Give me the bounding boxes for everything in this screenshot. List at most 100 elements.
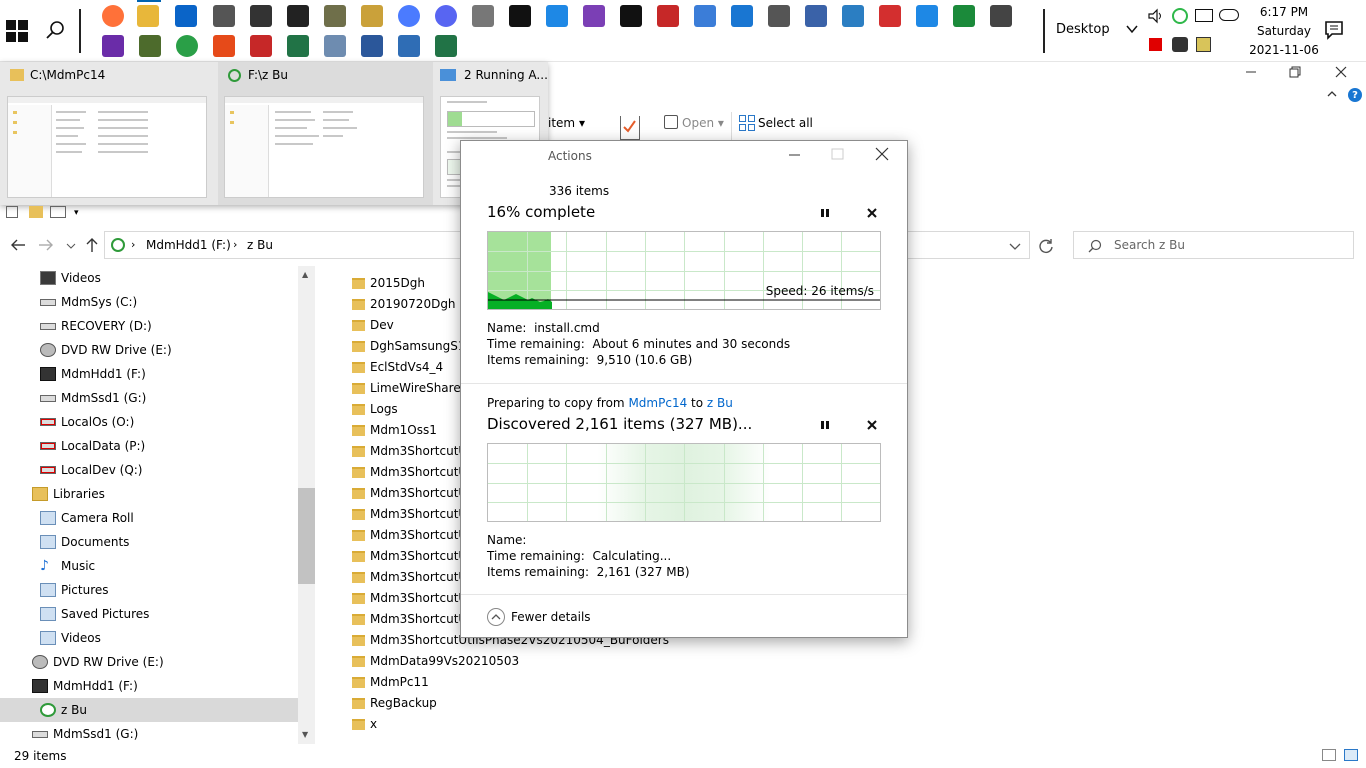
ribbon-item-label[interactable]: item ▾ bbox=[548, 116, 585, 130]
excel-tool-icon[interactable] bbox=[287, 35, 309, 57]
file-list-item[interactable]: Mdm3ShortcutUt bbox=[352, 440, 472, 461]
file-list-item[interactable]: x bbox=[352, 713, 377, 734]
clock[interactable]: 6:17 PM Saturday 2021-11-06 bbox=[1236, 3, 1332, 60]
file-list-item[interactable]: Mdm3ShortcutUt bbox=[352, 608, 472, 629]
sidebar-item[interactable]: Pictures bbox=[0, 578, 298, 602]
vscode-icon[interactable] bbox=[546, 5, 568, 27]
chevron-down-icon[interactable] bbox=[1125, 22, 1139, 36]
collapse-ribbon-button[interactable] bbox=[1326, 88, 1338, 100]
file-explorer-icon[interactable] bbox=[137, 5, 159, 27]
forward-button[interactable] bbox=[38, 238, 54, 252]
quick-access-properties-icon[interactable] bbox=[6, 206, 18, 218]
app-scan-icon[interactable] bbox=[324, 35, 346, 57]
gimp-icon[interactable] bbox=[324, 5, 346, 27]
sidebar-item[interactable]: LocalDev (Q:) bbox=[0, 458, 298, 482]
sidebar-item[interactable]: Saved Pictures bbox=[0, 602, 298, 626]
file-list-item[interactable]: Logs bbox=[352, 398, 398, 419]
help-icon[interactable]: ? bbox=[1348, 88, 1362, 102]
pause-button[interactable] bbox=[817, 205, 833, 221]
taskbar-search-button[interactable] bbox=[44, 18, 68, 42]
acrobat-icon[interactable] bbox=[250, 35, 272, 57]
cmd2-icon[interactable] bbox=[620, 5, 642, 27]
back-button[interactable] bbox=[10, 238, 26, 252]
fewer-details-button[interactable]: Fewer details bbox=[511, 610, 591, 624]
excel-icon[interactable] bbox=[435, 35, 457, 57]
minimize-button[interactable] bbox=[1236, 62, 1266, 82]
red-stop-icon[interactable] bbox=[1149, 38, 1162, 51]
sidebar-item[interactable]: Videos bbox=[0, 626, 298, 650]
app-map-icon[interactable] bbox=[657, 5, 679, 27]
settings-icon[interactable] bbox=[768, 5, 790, 27]
sidebar-item[interactable]: MdmHdd1 (F:) bbox=[0, 362, 298, 386]
action-center-button[interactable] bbox=[1324, 20, 1344, 40]
restore-button[interactable] bbox=[1280, 62, 1310, 82]
cancel-button[interactable] bbox=[864, 417, 880, 433]
details-view-icon[interactable] bbox=[1322, 749, 1336, 761]
sidebar-item[interactable]: Libraries bbox=[0, 482, 298, 506]
sidebar-item[interactable]: MdmSsd1 (G:) bbox=[0, 386, 298, 410]
app-camera-icon[interactable] bbox=[250, 5, 272, 27]
chevron-up-icon[interactable] bbox=[487, 608, 505, 626]
file-list-item[interactable]: Mdm3ShortcutUt bbox=[352, 566, 472, 587]
visual-studio-icon[interactable] bbox=[583, 5, 605, 27]
sidebar-item[interactable]: MdmHdd1 (F:) bbox=[0, 674, 298, 698]
sidebar-item[interactable]: Camera Roll bbox=[0, 506, 298, 530]
properties-icon[interactable] bbox=[620, 116, 640, 140]
sidebar-item[interactable]: LocalData (P:) bbox=[0, 434, 298, 458]
pause-button[interactable] bbox=[817, 417, 833, 433]
file-list-item[interactable]: Mdm3ShortcutUt bbox=[352, 482, 472, 503]
app-blocks-icon[interactable] bbox=[731, 5, 753, 27]
destination-link[interactable]: z Bu bbox=[707, 396, 733, 410]
file-list-item[interactable]: RegBackup bbox=[352, 692, 437, 713]
scroll-down-icon[interactable]: ▼ bbox=[302, 730, 308, 739]
cmd-icon[interactable] bbox=[509, 5, 531, 27]
refresh-button[interactable] bbox=[1036, 236, 1056, 256]
close-button[interactable] bbox=[1326, 62, 1356, 82]
quick-access-dropdown-icon[interactable]: ▾ bbox=[74, 208, 79, 218]
file-list-item[interactable]: MdmPc11 bbox=[352, 671, 429, 692]
recent-locations-button[interactable] bbox=[66, 240, 76, 250]
large-icons-view-icon[interactable] bbox=[1344, 749, 1358, 761]
messenger-icon[interactable] bbox=[398, 5, 420, 27]
discord-icon[interactable] bbox=[435, 5, 457, 27]
app-check-icon[interactable] bbox=[472, 5, 494, 27]
sidebar-item[interactable]: DVD RW Drive (E:) bbox=[0, 338, 298, 362]
app-azure-icon[interactable] bbox=[694, 5, 716, 27]
firefox-icon[interactable] bbox=[102, 5, 124, 27]
robot-tray-icon[interactable] bbox=[1172, 37, 1188, 52]
file-list-item[interactable]: Mdm3ShortcutUt bbox=[352, 503, 472, 524]
sidebar-item[interactable]: ♪ Music bbox=[0, 554, 298, 578]
file-list-item[interactable]: MdmData99Vs20210503 bbox=[352, 650, 519, 671]
quick-access-view-icon[interactable] bbox=[50, 206, 66, 218]
sidebar-item[interactable]: z Bu bbox=[0, 698, 298, 722]
file-list-item[interactable]: Mdm3ShortcutUt bbox=[352, 545, 472, 566]
file-list-item[interactable]: 2015Dgh bbox=[352, 272, 425, 293]
source-link[interactable]: MdmPc14 bbox=[628, 396, 687, 410]
cancel-button[interactable] bbox=[864, 205, 880, 221]
quick-access-folder-icon[interactable] bbox=[29, 206, 43, 218]
app-notes-icon[interactable] bbox=[361, 5, 383, 27]
file-list-item[interactable]: Mdm3ShortcutUt bbox=[352, 524, 472, 545]
app-remote-icon[interactable] bbox=[805, 5, 827, 27]
address-dropdown-button[interactable] bbox=[1009, 240, 1021, 252]
thumbnail-explorer-zbu[interactable]: F:\z Bu bbox=[218, 62, 433, 205]
security-shield-icon[interactable] bbox=[1172, 8, 1188, 24]
sidebar-item[interactable]: MdmSsd1 (G:) bbox=[0, 722, 298, 744]
dialog-close-button[interactable] bbox=[875, 147, 891, 163]
chrome-icon[interactable] bbox=[176, 35, 198, 57]
word-icon[interactable] bbox=[361, 35, 383, 57]
network-icon[interactable] bbox=[1195, 9, 1213, 22]
file-list-item[interactable]: Dev bbox=[352, 314, 394, 335]
breadcrumb-item[interactable]: z Bu bbox=[247, 238, 273, 252]
app-display-icon[interactable] bbox=[990, 5, 1012, 27]
app-pf-icon[interactable] bbox=[879, 5, 901, 27]
search-box[interactable]: Search z Bu bbox=[1073, 231, 1354, 259]
app-green-icon[interactable] bbox=[953, 5, 975, 27]
start-button[interactable] bbox=[6, 20, 30, 44]
app-robot-icon[interactable] bbox=[287, 5, 309, 27]
app-tool-icon[interactable] bbox=[213, 5, 235, 27]
up-button[interactable] bbox=[85, 237, 99, 253]
sidebar-item[interactable]: MdmSys (C:) bbox=[0, 290, 298, 314]
desktop-toolbar-label[interactable]: Desktop bbox=[1056, 22, 1110, 37]
file-list-item[interactable]: Mdm1Oss1 bbox=[352, 419, 437, 440]
